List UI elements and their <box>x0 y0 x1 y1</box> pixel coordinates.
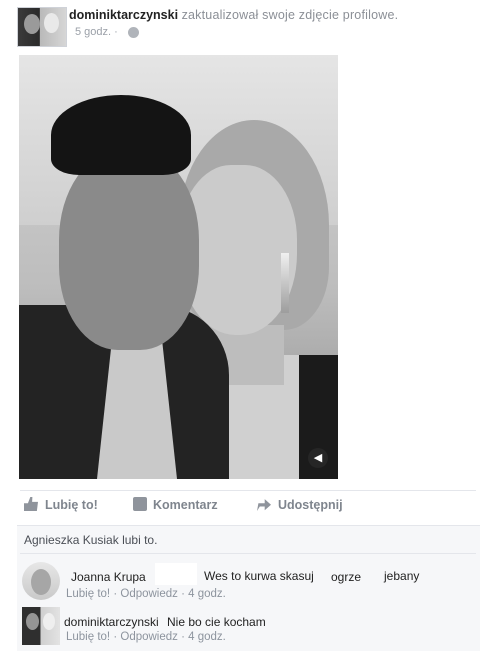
comment-timestamp[interactable]: · 4 godz. <box>181 588 226 600</box>
like-button[interactable]: Lubię to! <box>45 498 98 512</box>
meta-separator: · <box>113 631 118 643</box>
post-author-name[interactable]: dominiktarczynski <box>69 8 178 22</box>
post-author-avatar[interactable] <box>17 7 67 47</box>
comment-author-name[interactable]: Joanna Krupa <box>71 570 146 584</box>
comment-icon[interactable] <box>133 497 147 511</box>
comment-like-link[interactable]: Lubię to! <box>66 588 110 600</box>
post-action-text: zaktualizował swoje zdjęcie profilowe. <box>181 8 399 22</box>
photo-man-face <box>59 150 199 350</box>
avatar-face <box>44 13 59 33</box>
avatar-face <box>24 14 40 34</box>
avatar-face <box>31 569 51 595</box>
likes-suffix: lubi to. <box>122 533 158 547</box>
sound-icon[interactable]: ◀ <box>308 448 328 468</box>
comment-reply-link[interactable]: Odpowiedz <box>120 588 178 600</box>
avatar-face <box>43 613 55 630</box>
share-button[interactable]: Udostępnij <box>278 498 343 512</box>
comment-reply-link[interactable]: Odpowiedz <box>120 631 178 643</box>
liker-name[interactable]: Agnieszka Kusiak <box>24 533 119 547</box>
photo-man-hair <box>51 95 191 175</box>
comment-author-avatar[interactable] <box>22 607 60 645</box>
comment-timestamp[interactable]: · 4 godz. <box>181 631 226 643</box>
comment-author-avatar[interactable] <box>22 562 60 600</box>
comment-button[interactable]: Komentarz <box>153 498 218 512</box>
post-timestamp[interactable]: 5 godz. · <box>75 26 118 38</box>
comment-text: Nie bo cie kocham <box>167 615 266 629</box>
meta-separator: · <box>113 588 118 600</box>
comment-text: Wes to kurwa skasuj <box>204 569 314 583</box>
avatar-face <box>26 613 39 630</box>
likes-summary: Agnieszka Kusiak lubi to. <box>24 533 157 547</box>
comment-text: jebany <box>384 569 420 583</box>
profile-photo[interactable] <box>19 55 338 479</box>
comments-divider <box>20 553 476 554</box>
photo-earring <box>281 253 289 313</box>
post-header-text: dominiktarczynski zaktualizował swoje zd… <box>69 8 398 22</box>
comment-meta: Lubię to! · Odpowiedz · 4 godz. <box>66 588 226 600</box>
comment-meta: Lubię to! · Odpowiedz · 4 godz. <box>66 631 226 643</box>
comment-author-name[interactable]: dominiktarczynski <box>64 615 159 629</box>
comment-text: ogrze <box>331 570 362 584</box>
comment-like-link[interactable]: Lubię to! <box>66 631 110 643</box>
redaction-block <box>155 563 197 585</box>
globe-icon[interactable] <box>128 27 139 38</box>
